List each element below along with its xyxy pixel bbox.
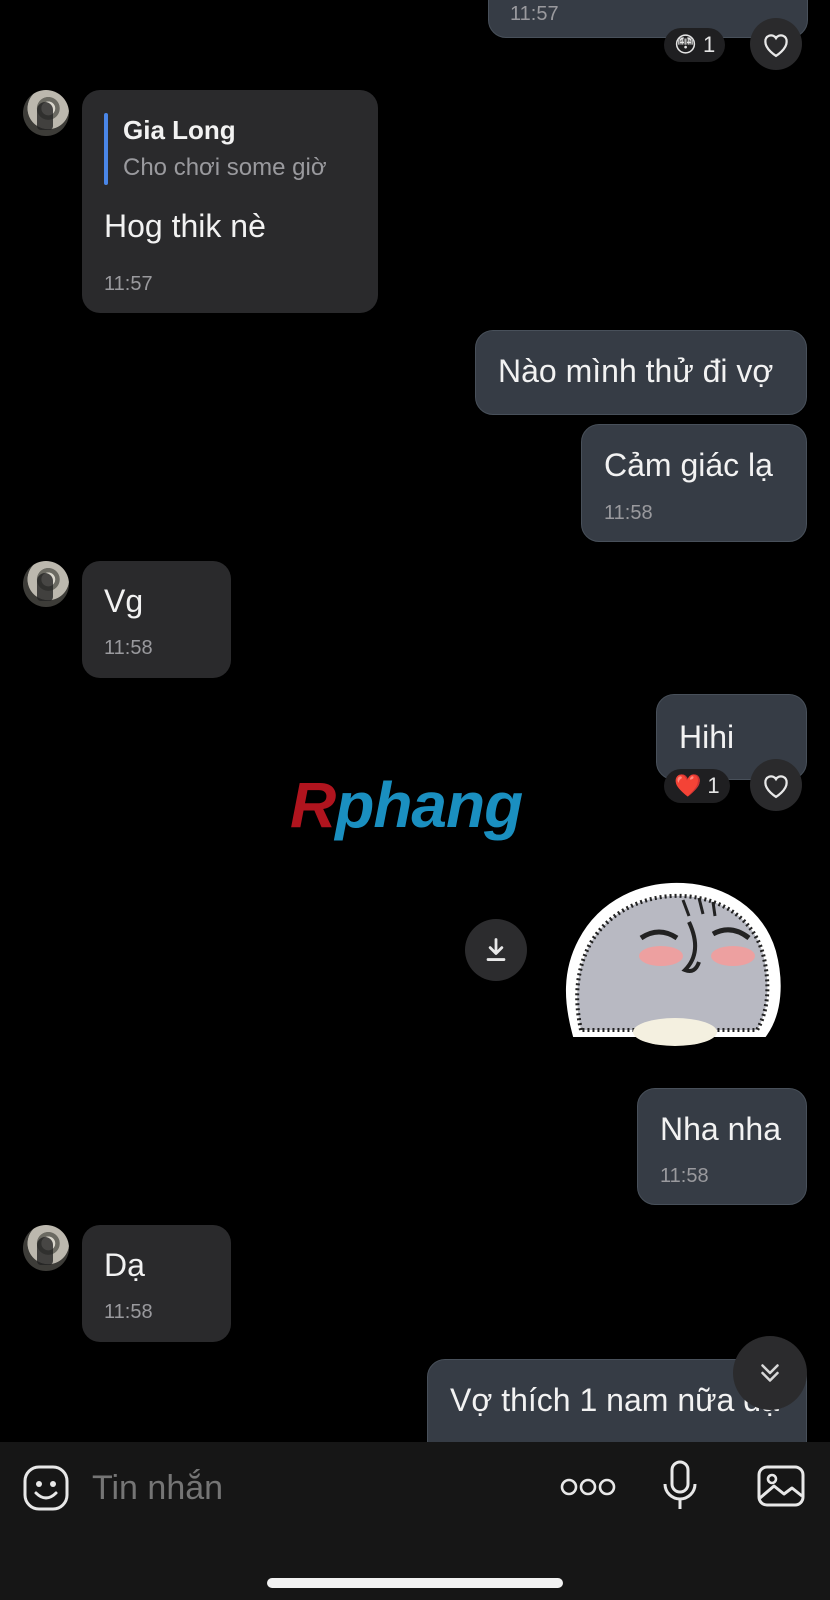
reaction-count: 1 <box>702 32 716 57</box>
message-text: Hihi <box>679 719 735 755</box>
react-heart-button[interactable] <box>750 18 802 70</box>
message-text: Dạ <box>104 1247 145 1283</box>
emoji-button[interactable] <box>22 1464 70 1512</box>
outgoing-message[interactable]: Nào mình thử đi vợ <box>475 330 807 415</box>
quote-name: Gia Long <box>123 115 236 145</box>
outgoing-message[interactable]: Nha nha 11:58 <box>637 1088 807 1205</box>
emoji-icon <box>23 1465 69 1511</box>
heart-icon <box>764 34 788 58</box>
reaction-emoji: ❤️ <box>674 773 702 798</box>
scroll-to-bottom-button[interactable] <box>733 1336 807 1410</box>
message-time: 11:57 <box>510 3 559 25</box>
more-button[interactable] <box>560 1472 616 1502</box>
watermark-rest: phang <box>335 769 523 841</box>
home-indicator <box>267 1578 563 1588</box>
reaction-count: 1 <box>707 773 720 798</box>
react-heart-button[interactable] <box>750 759 802 811</box>
avatar[interactable] <box>23 90 69 136</box>
incoming-message[interactable]: Gia Long Cho chơi some giờ Hog thik nè 1… <box>82 90 378 313</box>
composer-bar <box>0 1442 830 1600</box>
outgoing-message[interactable]: Cảm giác lạ 11:58 <box>581 424 807 542</box>
avatar[interactable] <box>23 561 69 607</box>
message-time: 11:58 <box>660 1165 709 1187</box>
sticker-blushing-bear[interactable] <box>563 882 787 1047</box>
chevron-double-down-icon <box>761 1364 779 1382</box>
incoming-message[interactable]: Dạ 11:58 <box>82 1225 231 1342</box>
quote-text: Cho chơi some giờ <box>123 154 327 181</box>
reaction-emoji: 😳 <box>674 32 697 57</box>
message-text: Hog thik nè <box>104 208 266 244</box>
more-icon <box>560 1478 616 1496</box>
watermark-first: R <box>290 769 336 841</box>
message-text: Vợ thích 1 nam nữa dạ <box>450 1382 779 1418</box>
mic-icon <box>663 1460 697 1509</box>
image-icon <box>757 1465 805 1507</box>
watermark-logo: Rphang <box>290 768 523 842</box>
reaction-badge[interactable]: 😳 1 <box>664 28 726 62</box>
message-time: 11:58 <box>604 502 653 524</box>
image-button[interactable] <box>756 1462 806 1510</box>
quote-bar <box>104 113 108 185</box>
reaction-badge[interactable]: ❤️ 1 <box>664 769 730 803</box>
message-text: Nha nha <box>660 1111 781 1147</box>
message-text: Cảm giác lạ <box>604 447 773 483</box>
message-time: 11:57 <box>104 273 153 295</box>
mic-button[interactable] <box>660 1458 700 1514</box>
message-text: Nào mình thử đi vợ <box>498 353 774 389</box>
message-input[interactable] <box>90 1462 524 1514</box>
message-text: Vg <box>104 583 144 619</box>
incoming-message[interactable]: Vg 11:58 <box>82 561 231 678</box>
sticker-image <box>566 882 781 1046</box>
avatar[interactable] <box>23 1225 69 1271</box>
download-button[interactable] <box>465 919 527 981</box>
heart-icon <box>764 775 788 799</box>
download-icon <box>486 938 506 961</box>
message-time: 11:58 <box>104 637 153 659</box>
message-time: 11:58 <box>104 1301 153 1323</box>
